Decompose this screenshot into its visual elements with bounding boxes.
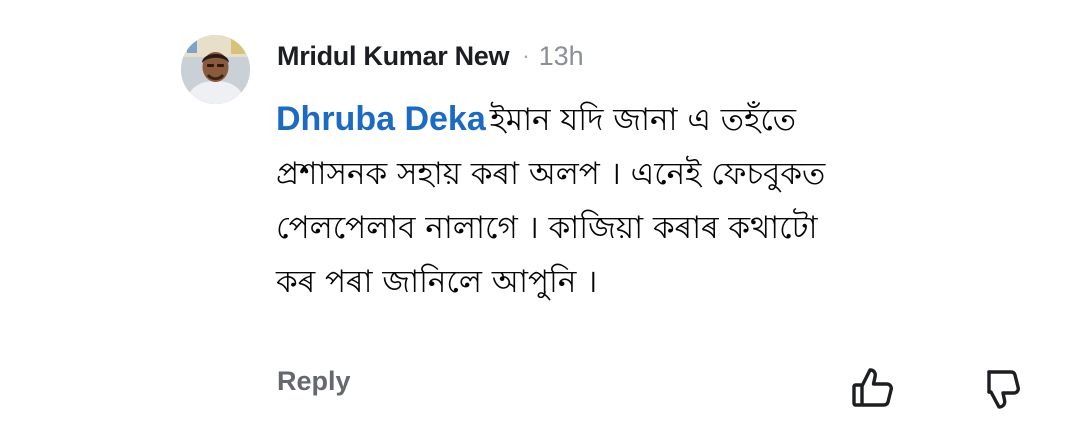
separator-dot: · [522,43,530,68]
comment-header: Mridul Kumar New · 13h [277,36,584,76]
comment-line: কৰ পৰা জানিলে আপুনি । [276,264,598,300]
comment-line: Dhruba Deka ইমান যদি জানা এ তহঁতে [276,92,1056,147]
comment-body: Dhruba Deka ইমান যদি জানা এ তহঁতে প্ৰশাসন… [276,92,1056,309]
comment-line: পেলপেলাব নালাগে । কাজিয়া কৰাৰ কথাটো [276,210,818,246]
comment-line: প্ৰশাসনক সহায় কৰা অলপ । এনেই ফেচবুকত [276,156,826,192]
timestamp[interactable]: 13h [539,41,584,72]
comment-text: ইমান যদি জানা এ তহঁতে [489,102,797,138]
dislike-button[interactable] [978,364,1026,412]
comment: Mridul Kumar New · 13h Dhruba Deka ইমান য… [0,0,1079,432]
reply-button[interactable]: Reply [277,366,351,397]
avatar[interactable] [181,35,250,104]
author-name[interactable]: Mridul Kumar New [277,41,510,72]
mention-link[interactable]: Dhruba Deka [276,100,486,138]
like-button[interactable] [850,364,898,412]
thumbs-up-icon [852,368,893,407]
thumbs-down-icon [987,370,1020,409]
avatar-photo [181,35,250,104]
